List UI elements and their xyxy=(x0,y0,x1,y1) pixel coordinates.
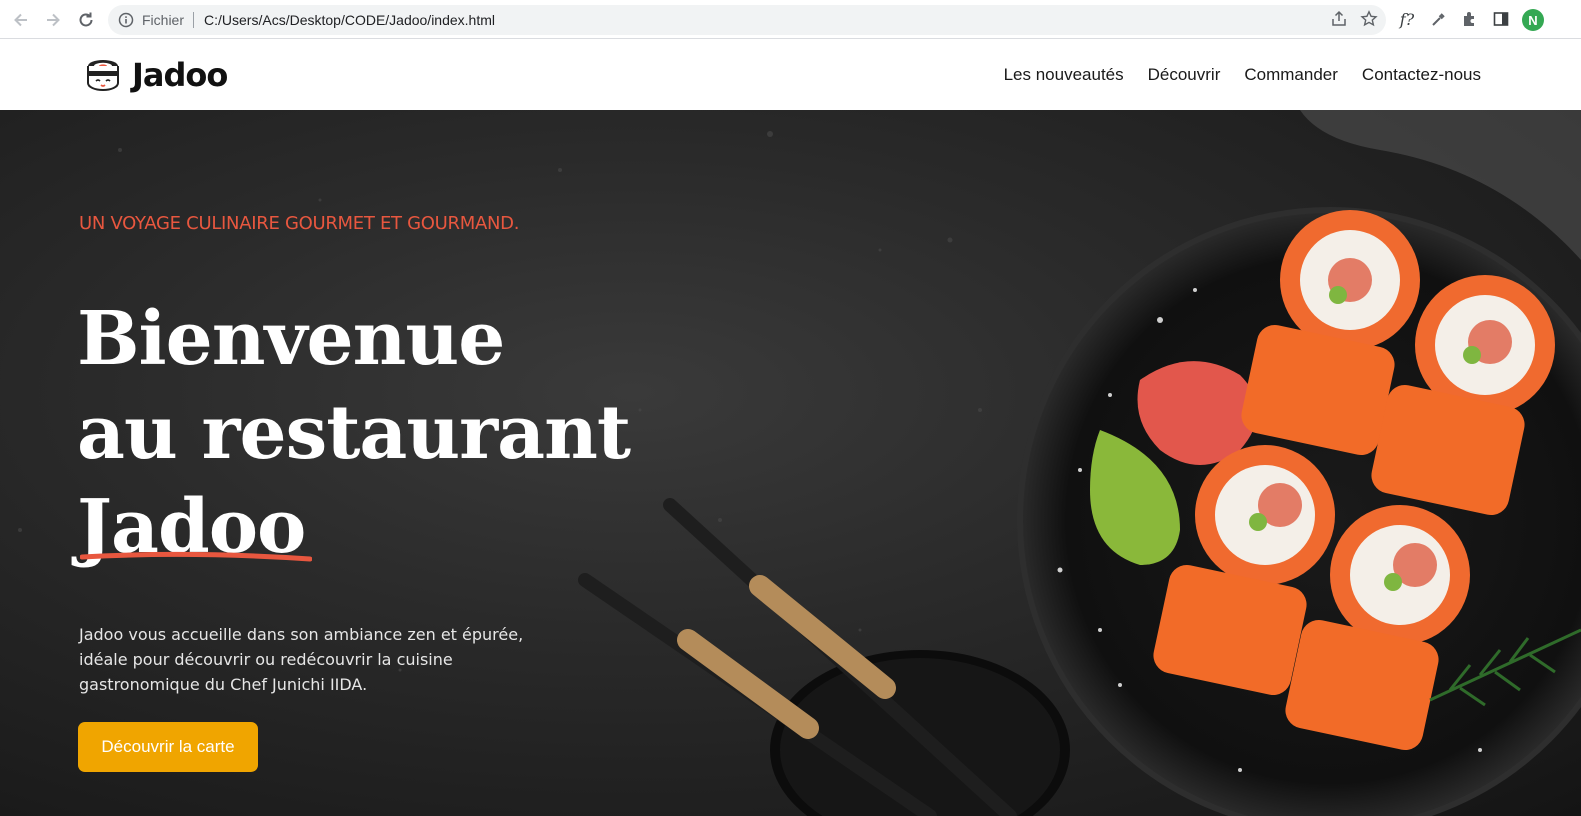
share-icon[interactable] xyxy=(1330,10,1348,28)
hero-title: Bienvenue au restaurant Jadoo xyxy=(77,292,631,574)
scheme-label: Fichier xyxy=(142,12,185,28)
info-icon[interactable] xyxy=(118,12,134,28)
sushi-logo-icon xyxy=(87,60,119,92)
hero-section: UN VOYAGE CULINAIRE GOURMET ET GOURMAND.… xyxy=(0,110,1581,816)
reload-icon[interactable] xyxy=(74,8,98,32)
hero-tagline: UN VOYAGE CULINAIRE GOURMET ET GOURMAND. xyxy=(79,213,520,234)
star-icon[interactable] xyxy=(1360,10,1378,28)
discover-menu-button[interactable]: Découvrir la carte xyxy=(78,722,258,772)
hero-description: Jadoo vous accueille dans son ambiance z… xyxy=(79,625,524,694)
nav-link-decouvrir[interactable]: Découvrir xyxy=(1148,65,1221,85)
nav-link-contact[interactable]: Contactez-nous xyxy=(1362,65,1481,85)
title-underline-decoration xyxy=(80,551,312,562)
hero-title-line-1: Bienvenue xyxy=(77,296,505,382)
extensions-icon[interactable] xyxy=(1459,8,1481,30)
logo-text: Jadoo xyxy=(132,56,228,94)
nav-link-commander[interactable]: Commander xyxy=(1244,65,1338,85)
url-text[interactable]: C:/Users/Acs/Desktop/CODE/Jadoo/index.ht… xyxy=(204,12,495,28)
logo[interactable]: Jadoo xyxy=(86,56,228,94)
nav-link-nouveautes[interactable]: Les nouveautés xyxy=(1004,65,1124,85)
main-navigation: Les nouveautés Découvrir Commander Conta… xyxy=(1004,65,1481,85)
forward-arrow-icon[interactable] xyxy=(41,8,65,32)
browser-toolbar: Fichier C:/Users/Acs/Desktop/CODE/Jadoo/… xyxy=(0,0,1581,39)
profile-avatar[interactable]: N xyxy=(1522,9,1544,31)
font-icon[interactable]: f? xyxy=(1396,8,1418,30)
sidebar-icon[interactable] xyxy=(1490,8,1512,30)
hero-title-line-2: au restaurant xyxy=(77,390,631,476)
site-header: Jadoo Les nouveautés Découvrir Commander… xyxy=(0,39,1581,110)
address-bar[interactable]: Fichier C:/Users/Acs/Desktop/CODE/Jadoo/… xyxy=(108,5,1386,35)
eyedropper-icon[interactable] xyxy=(1428,8,1450,30)
back-arrow-icon[interactable] xyxy=(9,8,33,32)
address-separator xyxy=(193,12,195,28)
